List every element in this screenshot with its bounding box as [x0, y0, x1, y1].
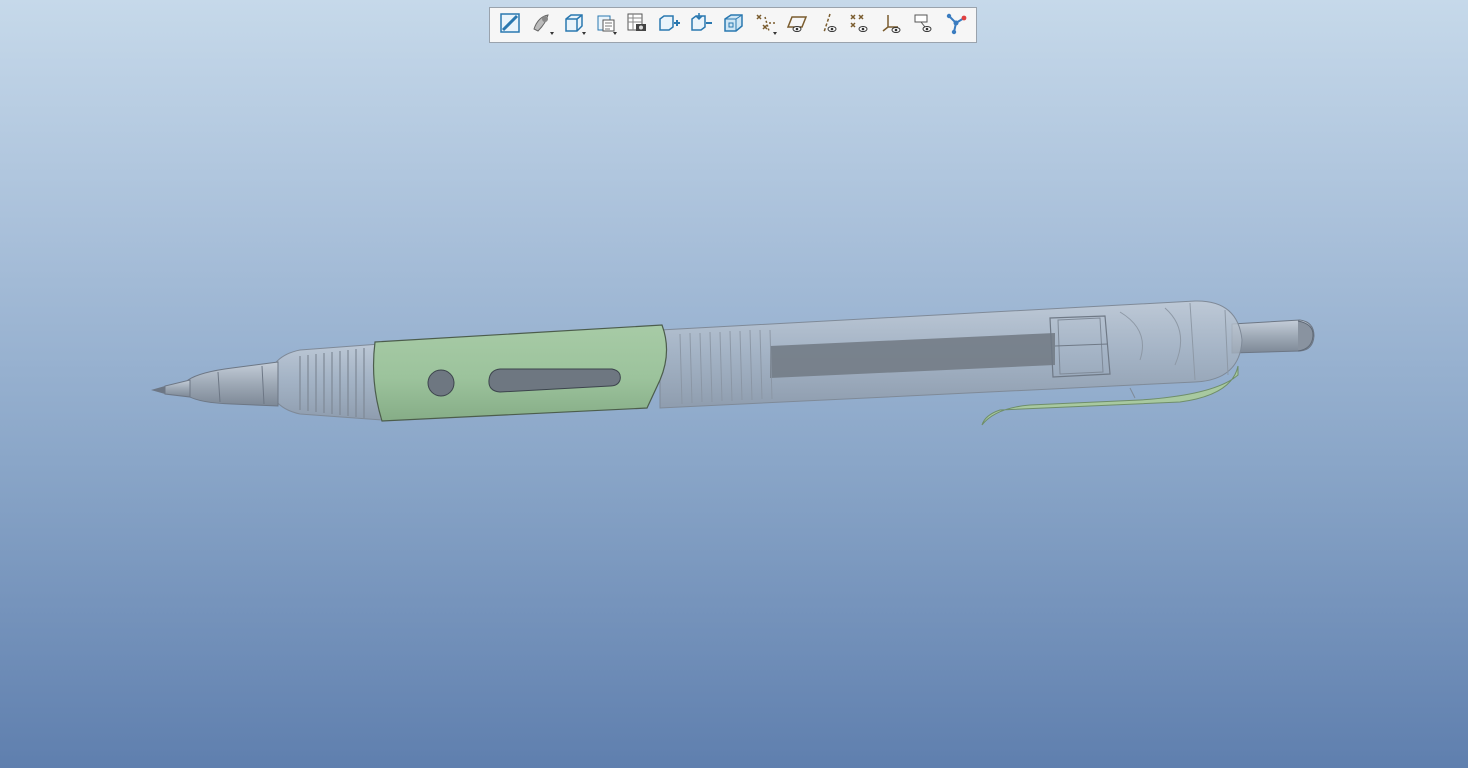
pen-barrel [659, 300, 1243, 409]
pen-push-button [1231, 319, 1315, 354]
pen-front-section [267, 343, 383, 421]
pen-grip [372, 324, 668, 422]
pen-model[interactable] [0, 0, 1468, 768]
grip-hole [427, 369, 455, 397]
pen-tip [151, 361, 279, 407]
graphics-viewport[interactable] [0, 0, 1468, 768]
